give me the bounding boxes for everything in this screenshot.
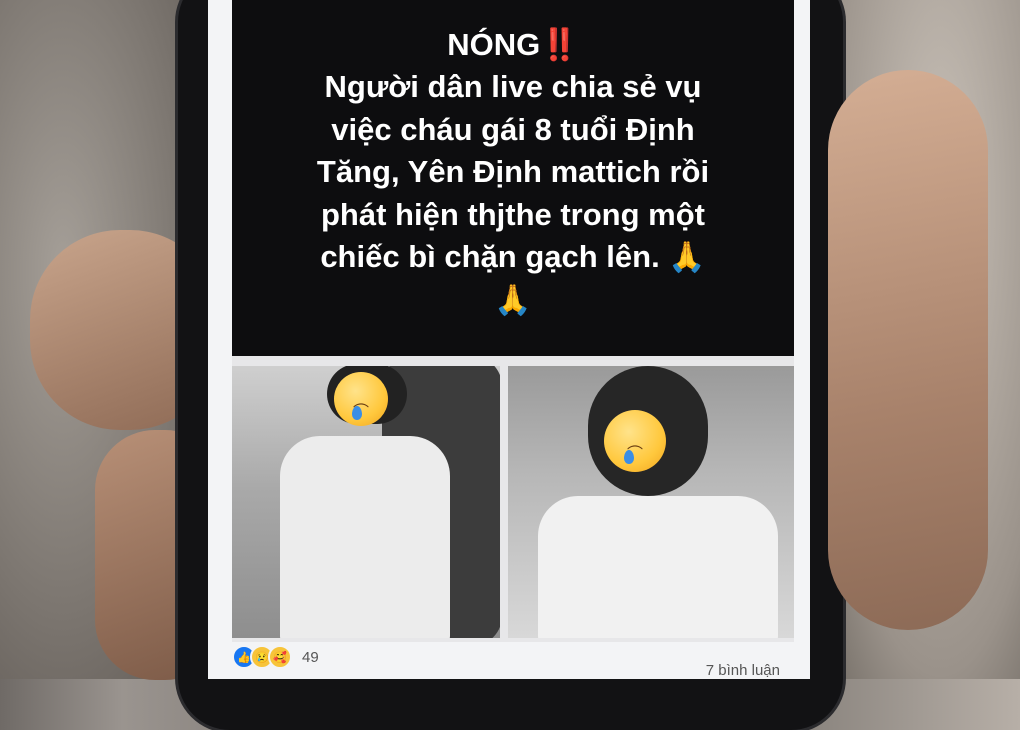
photo-1-child-coat (280, 436, 450, 638)
crying-face-emoji-icon-2: ︵ (604, 410, 666, 472)
phone-screen: NÓNG‼️ Người dân live chia sẻ vụ việc ch… (208, 0, 810, 679)
reaction-count: 49 (302, 648, 319, 666)
post-text-card: NÓNG‼️ Người dân live chia sẻ vụ việc ch… (232, 0, 794, 356)
comments-count-link[interactable]: 7 bình luận (706, 662, 780, 679)
praying-hands-icon: 🙏 (668, 241, 706, 275)
headline-hot-label: NÓNG (447, 27, 541, 62)
praying-hands-icon-2: 🙏 (494, 283, 532, 317)
double-exclamation-icon: ‼️ (540, 27, 579, 62)
tear-icon-2 (624, 450, 634, 464)
headline-line-5-text: chiếc bì chặn gạch lên. (320, 239, 660, 275)
care-icon: 🥰 (268, 645, 292, 669)
tear-icon (352, 406, 362, 420)
headline-line-5: chiếc bì chặn gạch lên. 🙏 (232, 236, 794, 278)
crying-face-emoji-icon: ︵ (334, 372, 388, 426)
photo-2-child-coat (538, 496, 778, 638)
headline-line-4: phát hiện thjthe trong một (320, 196, 705, 232)
headline-line-1: Người dân live chia sẻ vụ (324, 69, 702, 105)
post-photo-2[interactable]: ︵ (508, 366, 794, 638)
headline-hot-line: NÓNG‼️ (232, 24, 794, 66)
post-photo-1[interactable]: ︵ (232, 366, 500, 638)
headline-line-6: 🙏 (232, 279, 794, 321)
post-headline: NÓNG‼️ Người dân live chia sẻ vụ việc ch… (232, 24, 794, 321)
headline-line-2: việc cháu gái 8 tuổi Định (331, 111, 695, 147)
reaction-summary[interactable]: 👍 😢 🥰 49 (232, 642, 319, 672)
hand-thumb-right (828, 70, 988, 630)
headline-line-3: Tăng, Yên Định mattich rồi (316, 154, 710, 190)
post-photo-grid[interactable]: ︵ ︵ (232, 356, 794, 642)
